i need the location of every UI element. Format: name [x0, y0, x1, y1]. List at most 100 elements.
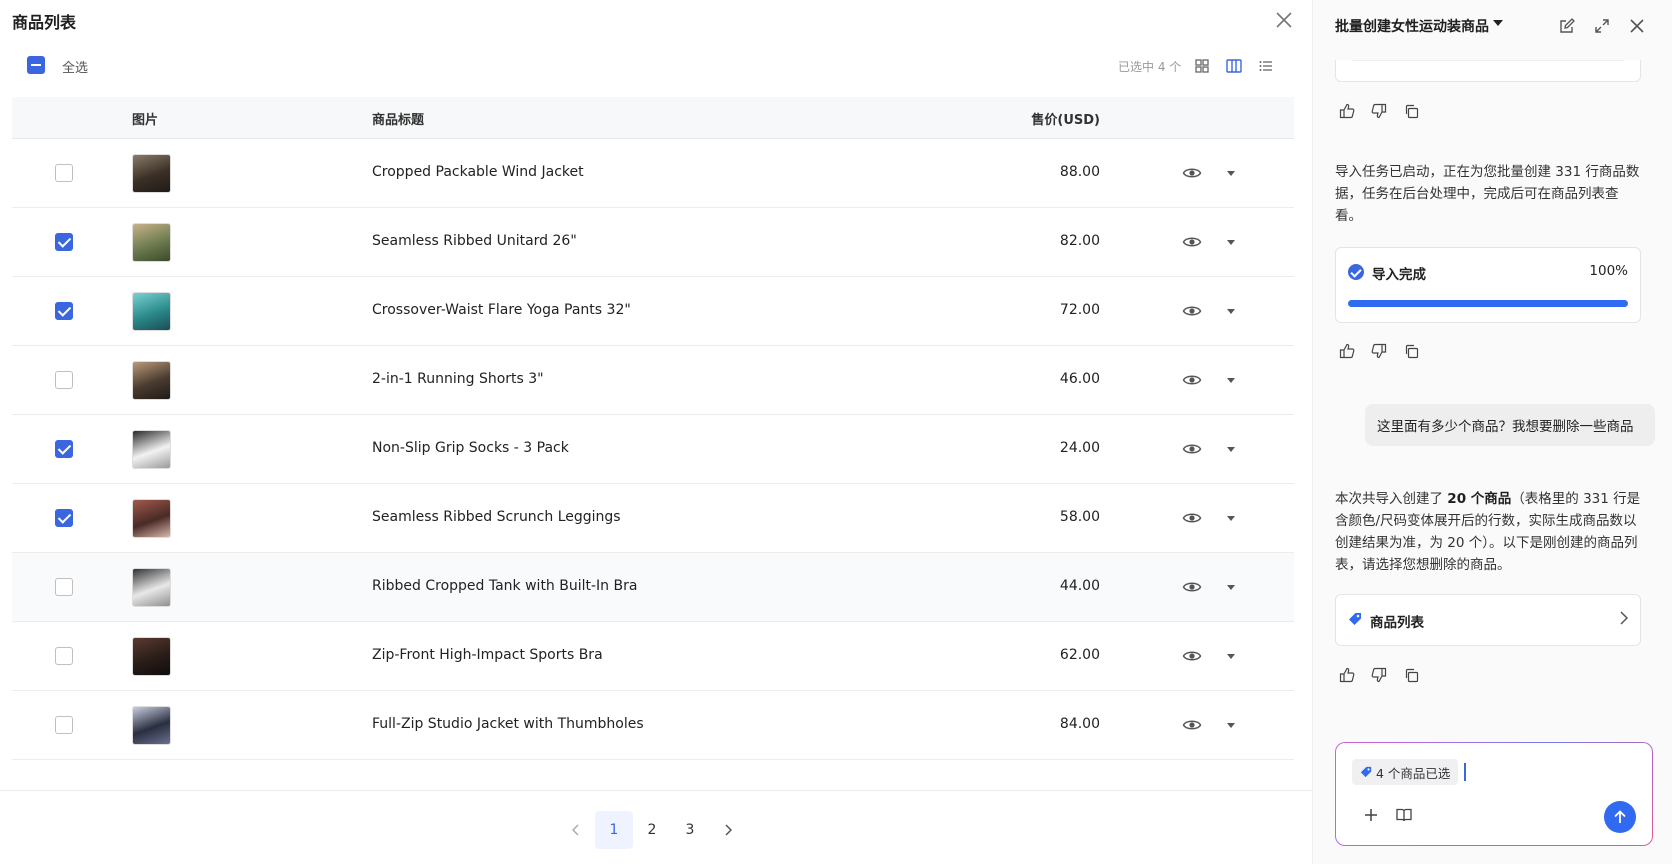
link-card-label: 商品列表: [1370, 615, 1424, 631]
thumbs-up-icon[interactable]: [1337, 341, 1357, 361]
tag-icon: [1349, 613, 1361, 625]
pagination: 1 2 3: [0, 790, 1312, 864]
book-icon[interactable]: [1396, 808, 1412, 822]
assistant-message-import-started: 导入任务已启动，正在为您批量创建 331 行商品数据，任务在后台处理中，完成后可…: [1335, 164, 1640, 224]
list-view-icon[interactable]: [1256, 56, 1276, 76]
column-header-image: 图片: [132, 113, 159, 128]
table-row[interactable]: Zip-Front High-Impact Sports Bra 62.00: [12, 622, 1294, 691]
caret-down-icon[interactable]: [1222, 577, 1240, 597]
caret-down-icon[interactable]: [1222, 715, 1240, 735]
eye-icon[interactable]: [1182, 508, 1202, 528]
row-checkbox[interactable]: [55, 716, 73, 734]
select-all-label: 全选: [62, 61, 89, 76]
page-2-button[interactable]: 2: [633, 811, 671, 849]
prev-page-icon[interactable]: [557, 811, 595, 849]
edit-icon[interactable]: [1555, 14, 1579, 38]
plus-icon[interactable]: [1364, 808, 1378, 822]
product-price: 44.00: [1059, 578, 1100, 594]
row-checkbox[interactable]: [55, 578, 73, 596]
product-title: Crossover-Waist Flare Yoga Pants 32": [372, 302, 631, 318]
next-page-icon[interactable]: [709, 811, 747, 849]
product-price: 72.00: [1059, 302, 1100, 318]
copy-icon[interactable]: [1401, 341, 1421, 361]
table-row[interactable]: Cropped Packable Wind Jacket 88.00: [12, 139, 1294, 208]
row-checkbox[interactable]: [55, 164, 73, 182]
product-list-panel: 商品列表 全选 已选中 4 个 图片 商品标题 售价(USD) Cropped …: [0, 0, 1312, 864]
product-thumbnail: [132, 430, 171, 469]
thumbs-up-icon[interactable]: [1337, 101, 1357, 121]
check-circle-icon: [1348, 264, 1364, 280]
product-price: 82.00: [1059, 233, 1100, 249]
eye-icon[interactable]: [1182, 163, 1202, 183]
table-row[interactable]: Crossover-Waist Flare Yoga Pants 32" 72.0…: [12, 277, 1294, 346]
thumbs-up-icon[interactable]: [1337, 665, 1357, 685]
table-body: Cropped Packable Wind Jacket 88.00 Seamles…: [12, 139, 1294, 760]
send-button[interactable]: [1604, 801, 1636, 833]
selected-products-chip[interactable]: 4 个商品已选: [1352, 759, 1459, 785]
caret-down-icon[interactable]: [1222, 439, 1240, 459]
eye-icon[interactable]: [1182, 301, 1202, 321]
eye-icon[interactable]: [1182, 646, 1202, 666]
answer-bold: 20 个商品: [1447, 491, 1512, 507]
table-row[interactable]: Seamless Ribbed Unitard 26" 82.00: [12, 208, 1294, 277]
table-row[interactable]: Full-Zip Studio Jacket with Thumbholes 84…: [12, 691, 1294, 760]
row-checkbox[interactable]: [55, 647, 73, 665]
chat-composer[interactable]: 4 个商品已选: [1335, 742, 1653, 846]
close-icon[interactable]: [1272, 8, 1296, 32]
progress-label: 导入完成: [1372, 267, 1426, 283]
caret-down-icon[interactable]: [1493, 19, 1503, 27]
row-checkbox[interactable]: [55, 509, 73, 527]
table-row[interactable]: Non-Slip Grip Socks - 3 Pack 24.00: [12, 415, 1294, 484]
chevron-right-icon: [1620, 611, 1628, 625]
copy-icon[interactable]: [1401, 101, 1421, 121]
table-row[interactable]: 2-in-1 Running Shorts 3" 46.00: [12, 346, 1294, 415]
tag-icon: [1360, 766, 1372, 778]
caret-down-icon[interactable]: [1222, 163, 1240, 183]
answer-prefix: 本次共导入创建了: [1335, 491, 1448, 507]
page-1-button[interactable]: 1: [595, 811, 633, 849]
expand-icon[interactable]: [1590, 14, 1614, 38]
page-3-button[interactable]: 3: [671, 811, 709, 849]
thumbs-down-icon[interactable]: [1369, 341, 1389, 361]
eye-icon[interactable]: [1182, 577, 1202, 597]
caret-down-icon[interactable]: [1222, 232, 1240, 252]
table-row[interactable]: Seamless Ribbed Scrunch Leggings 58.00: [12, 484, 1294, 553]
table-row[interactable]: Ribbed Cropped Tank with Built-In Bra 44.…: [12, 553, 1294, 622]
eye-icon[interactable]: [1182, 439, 1202, 459]
thumbs-down-icon[interactable]: [1369, 101, 1389, 121]
row-checkbox[interactable]: [55, 371, 73, 389]
progress-percent: 100%: [1589, 263, 1628, 279]
product-price: 58.00: [1059, 509, 1100, 525]
progress-track: [1348, 300, 1628, 307]
product-title: Non-Slip Grip Socks - 3 Pack: [372, 440, 569, 456]
product-table: 图片 商品标题 售价(USD) Cropped Packable Wind Ja…: [12, 97, 1294, 760]
chip-label: 4 个商品已选: [1376, 765, 1451, 781]
copy-icon[interactable]: [1401, 665, 1421, 685]
row-checkbox[interactable]: [55, 302, 73, 320]
conversation-title[interactable]: 批量创建女性运动装商品: [1335, 16, 1489, 36]
product-thumbnail: [132, 223, 171, 262]
caret-down-icon[interactable]: [1222, 301, 1240, 321]
grid-view-icon[interactable]: [1192, 56, 1212, 76]
eye-icon[interactable]: [1182, 232, 1202, 252]
arrow-up-icon: [1614, 810, 1626, 823]
user-message: 这里面有多少个商品？我想要删除一些商品: [1365, 404, 1655, 446]
row-checkbox[interactable]: [55, 233, 73, 251]
column-view-icon[interactable]: [1224, 56, 1244, 76]
eye-icon[interactable]: [1182, 715, 1202, 735]
row-checkbox[interactable]: [55, 440, 73, 458]
product-title: Ribbed Cropped Tank with Built-In Bra: [372, 578, 638, 594]
product-thumbnail: [132, 361, 171, 400]
caret-down-icon[interactable]: [1222, 508, 1240, 528]
close-chat-icon[interactable]: [1625, 14, 1649, 38]
caret-down-icon[interactable]: [1222, 370, 1240, 390]
caret-down-icon[interactable]: [1222, 646, 1240, 666]
eye-icon[interactable]: [1182, 370, 1202, 390]
thumbs-down-icon[interactable]: [1369, 665, 1389, 685]
product-list-link-card[interactable]: 商品列表: [1335, 594, 1641, 646]
product-thumbnail: [132, 292, 171, 331]
product-price: 88.00: [1059, 164, 1100, 180]
product-thumbnail: [132, 706, 171, 745]
product-price: 62.00: [1059, 647, 1100, 663]
select-all-checkbox[interactable]: [27, 56, 45, 74]
